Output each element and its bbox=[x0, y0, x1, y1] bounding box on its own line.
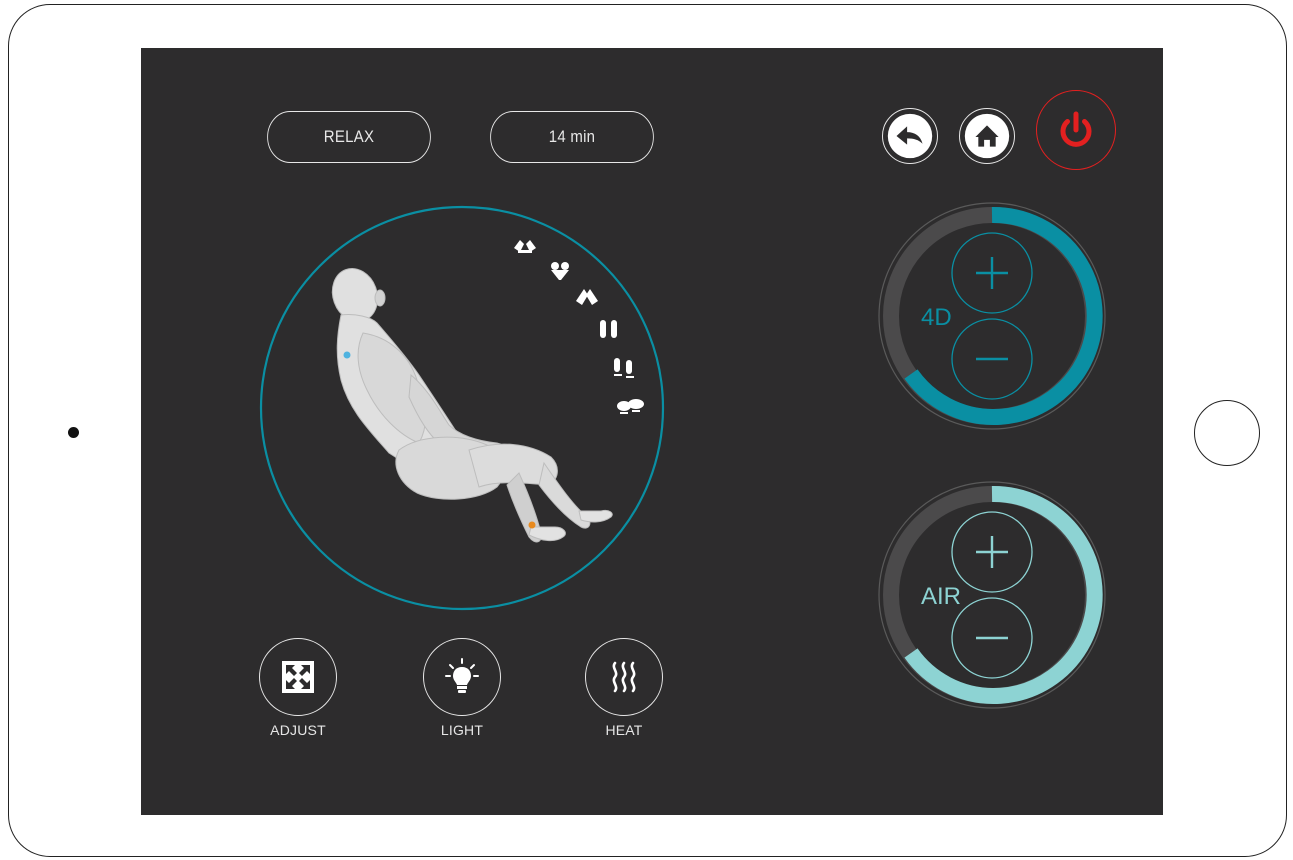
back-button[interactable] bbox=[882, 108, 938, 164]
foot-massage-icon[interactable] bbox=[617, 399, 644, 414]
arm-massage-icon[interactable] bbox=[600, 320, 617, 338]
light-button[interactable] bbox=[423, 638, 501, 716]
adjust-expand-icon bbox=[282, 661, 314, 693]
back-arrow-icon bbox=[887, 113, 933, 159]
app-screen: RELAX 14 min ADJUST LIGHT HEAT 4D AIR bbox=[141, 48, 1163, 815]
power-icon bbox=[1060, 111, 1092, 147]
adjust-label: ADJUST bbox=[270, 722, 326, 738]
home-button[interactable] bbox=[959, 108, 1015, 164]
light-label: LIGHT bbox=[440, 722, 484, 738]
home-icon bbox=[964, 113, 1010, 159]
light-bulb-icon bbox=[445, 658, 479, 693]
fourd-minus-button[interactable] bbox=[951, 318, 1033, 400]
upper-point-marker bbox=[343, 351, 351, 359]
heat-waves-icon bbox=[612, 661, 636, 693]
heat-label: HEAT bbox=[605, 722, 643, 738]
body-stage bbox=[259, 205, 665, 611]
heat-button[interactable] bbox=[585, 638, 663, 716]
fourd-plus-button[interactable] bbox=[951, 232, 1033, 314]
calf-massage-icon[interactable] bbox=[614, 358, 634, 378]
air-minus-button[interactable] bbox=[951, 597, 1033, 679]
timer-button[interactable]: 14 min bbox=[490, 111, 654, 163]
back-massage-icon[interactable] bbox=[576, 289, 598, 305]
device-home-button[interactable] bbox=[1194, 400, 1260, 466]
lower-point-marker bbox=[528, 521, 536, 529]
body-figure bbox=[331, 268, 613, 543]
camera-dot bbox=[68, 427, 79, 438]
timer-label: 14 min bbox=[548, 127, 596, 146]
fourd-dial: 4D bbox=[878, 202, 1106, 430]
air-plus-button[interactable] bbox=[951, 511, 1033, 593]
mode-button[interactable]: RELAX bbox=[267, 111, 431, 163]
adjust-button[interactable] bbox=[259, 638, 337, 716]
air-dial: AIR bbox=[878, 481, 1106, 709]
power-button[interactable] bbox=[1036, 90, 1116, 170]
shoulder-massage-icon[interactable] bbox=[514, 240, 536, 253]
air-label: AIR bbox=[921, 583, 961, 610]
mode-label: RELAX bbox=[323, 127, 375, 146]
fourd-label: 4D bbox=[921, 304, 952, 331]
neck-massage-icon[interactable] bbox=[551, 262, 569, 280]
